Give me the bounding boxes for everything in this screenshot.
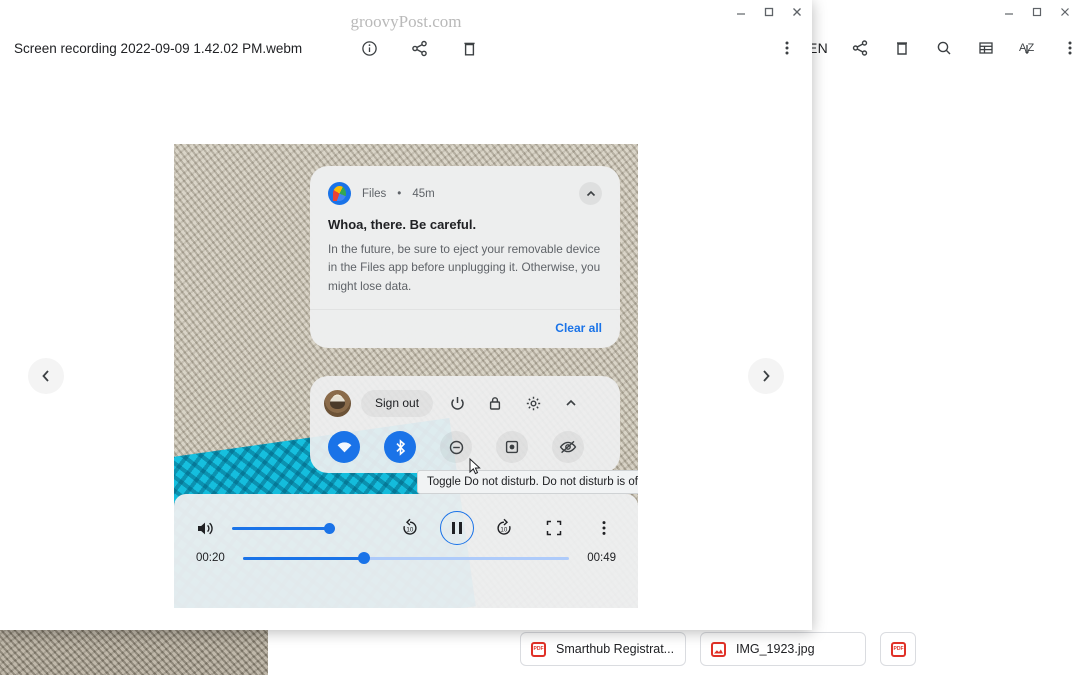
wifi-toggle[interactable] xyxy=(328,431,360,463)
maximize-icon[interactable] xyxy=(762,5,776,19)
minimize-icon[interactable] xyxy=(1002,5,1016,19)
notification-footer: Clear all xyxy=(310,309,620,348)
recent-files-bar: PDF Smarthub Registrat... IMG_1923.jpg P… xyxy=(268,623,1080,675)
minimize-icon[interactable] xyxy=(734,5,748,19)
player-more-icon[interactable] xyxy=(592,516,616,540)
screen: EN xyxy=(0,0,1080,675)
delete-icon[interactable] xyxy=(458,37,480,59)
video-stage: Files • 45m Whoa, there. Be careful. In … xyxy=(0,72,812,630)
maximize-icon[interactable] xyxy=(1030,5,1044,19)
bluetooth-toggle[interactable] xyxy=(384,431,416,463)
mouse-cursor xyxy=(469,458,481,476)
sign-out-button[interactable]: Sign out xyxy=(361,390,433,417)
pdf-icon: PDF xyxy=(531,642,546,657)
quick-settings-panel: Sign out xyxy=(310,376,620,473)
seek-knob[interactable] xyxy=(358,552,370,564)
file-pill-label: IMG_1923.jpg xyxy=(736,642,815,656)
transport-row: 10 10 xyxy=(196,506,616,550)
video-frame[interactable]: Files • 45m Whoa, there. Be careful. In … xyxy=(174,144,638,608)
image-icon xyxy=(711,642,726,657)
collapse-chevron-icon[interactable] xyxy=(557,389,585,417)
replay-10-icon[interactable]: 10 xyxy=(398,516,422,540)
more-icon[interactable] xyxy=(776,37,798,59)
lock-icon[interactable] xyxy=(481,389,509,417)
file-pill-label: Smarthub Registrat... xyxy=(556,642,674,656)
video-toolbar: Screen recording 2022-09-09 1.42.02 PM.w… xyxy=(0,24,812,72)
forward-10-icon[interactable]: 10 xyxy=(492,516,516,540)
total-time: 00:49 xyxy=(582,552,616,564)
search-icon[interactable] xyxy=(934,37,954,59)
fullscreen-icon[interactable] xyxy=(542,516,566,540)
list-view-icon[interactable] xyxy=(976,37,996,59)
current-time: 00:20 xyxy=(196,552,230,564)
notification-app: Files xyxy=(362,188,386,200)
close-icon[interactable] xyxy=(1058,5,1072,19)
svg-text:10: 10 xyxy=(500,526,507,533)
file-pill-partial[interactable]: PDF xyxy=(880,632,916,666)
info-icon[interactable] xyxy=(358,37,380,59)
files-app-icon xyxy=(328,182,351,205)
chevron-right-icon xyxy=(758,368,774,384)
page-title: Screen recording 2022-09-09 1.42.02 PM.w… xyxy=(14,41,302,56)
volume-knob[interactable] xyxy=(324,523,335,534)
volume-slider[interactable] xyxy=(232,527,330,530)
avatar[interactable] xyxy=(324,390,351,417)
clear-all-button[interactable]: Clear all xyxy=(555,321,602,335)
front-window-titlebar: groovyPost.com xyxy=(0,0,812,24)
previous-button[interactable] xyxy=(28,358,64,394)
seek-slider[interactable] xyxy=(243,557,569,560)
screen-capture-toggle[interactable] xyxy=(496,431,528,463)
collapse-chevron-icon[interactable] xyxy=(579,182,602,205)
power-icon[interactable] xyxy=(443,389,471,417)
pdf-icon: PDF xyxy=(891,642,906,657)
notification-card: Files • 45m Whoa, there. Be careful. In … xyxy=(310,166,620,348)
video-player-window: groovyPost.com Screen recording 2022-09-… xyxy=(0,0,812,630)
chevron-left-icon xyxy=(38,368,54,384)
back-window-controls xyxy=(1002,0,1072,24)
player-controls: 10 10 xyxy=(174,494,638,608)
notification-time: 45m xyxy=(412,188,434,200)
volume-icon[interactable] xyxy=(196,520,218,537)
share-icon[interactable] xyxy=(408,37,430,59)
share-icon[interactable] xyxy=(850,37,870,59)
video-actions xyxy=(358,37,480,59)
sort-az-icon[interactable]: A Z xyxy=(1018,37,1038,59)
do-not-disturb-toggle[interactable] xyxy=(440,431,472,463)
img-file[interactable]: IMG_1923.jpg xyxy=(700,632,866,666)
seek-row: 00:20 00:49 xyxy=(196,552,616,564)
svg-text:10: 10 xyxy=(406,526,413,533)
settings-gear-icon[interactable] xyxy=(519,389,547,417)
night-light-toggle[interactable] xyxy=(552,431,584,463)
close-icon[interactable] xyxy=(790,5,804,19)
more-icon[interactable] xyxy=(1060,37,1080,59)
do-not-disturb-tooltip: Toggle Do not disturb. Do not disturb is… xyxy=(417,470,638,494)
smarthub-file[interactable]: PDF Smarthub Registrat... xyxy=(520,632,686,666)
notification-separator: • xyxy=(397,188,401,200)
notification-body: In the future, be sure to eject your rem… xyxy=(328,240,602,295)
delete-icon[interactable] xyxy=(892,37,912,59)
seek-fill xyxy=(243,557,364,560)
front-window-controls xyxy=(734,0,804,24)
pause-button[interactable] xyxy=(440,511,474,545)
notification-title: Whoa, there. Be careful. xyxy=(328,217,602,232)
next-button[interactable] xyxy=(748,358,784,394)
